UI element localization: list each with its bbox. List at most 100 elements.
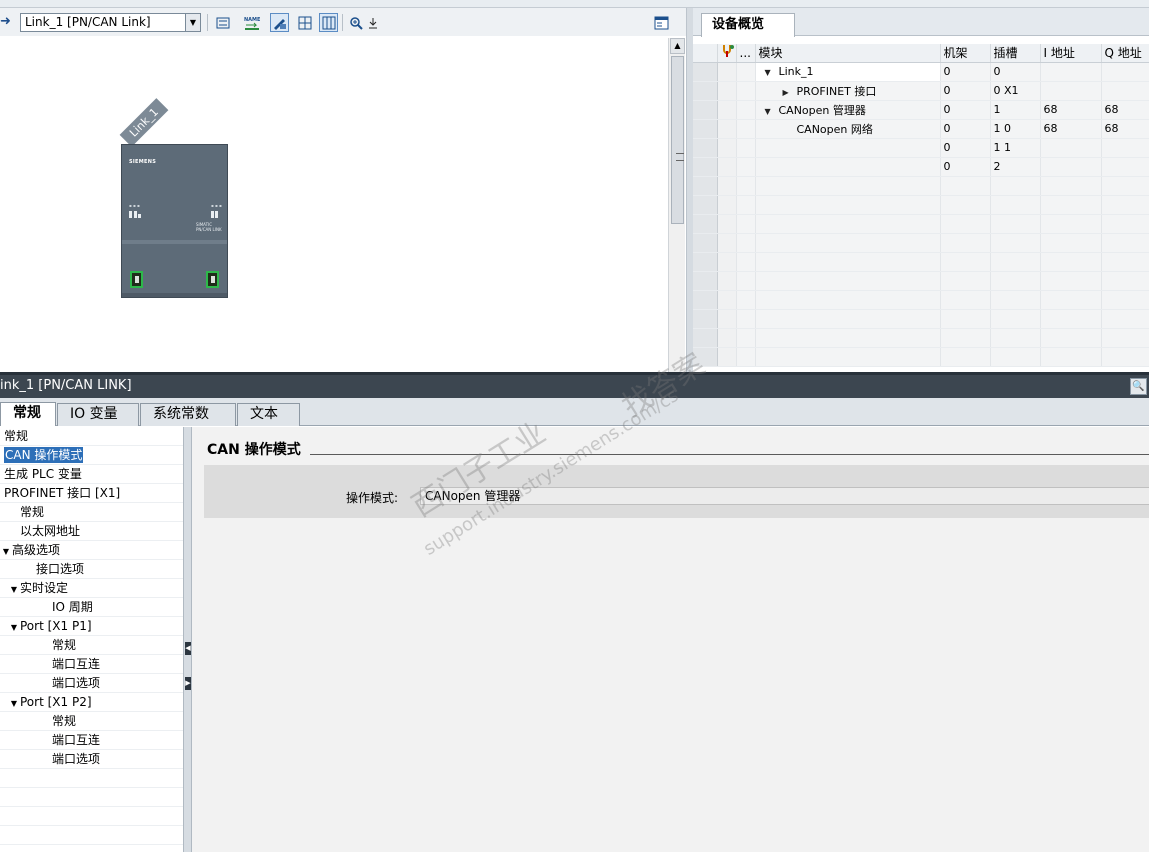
table-cell[interactable] xyxy=(1101,176,1149,196)
nav-item[interactable]: 端口互连 xyxy=(0,731,183,750)
table-cell[interactable] xyxy=(755,176,941,196)
slot-cell[interactable]: 2 xyxy=(990,157,1041,177)
table-cell[interactable] xyxy=(1101,233,1149,253)
table-cell[interactable] xyxy=(990,214,1041,234)
table-cell[interactable] xyxy=(1040,347,1102,367)
table-row-empty[interactable] xyxy=(693,328,1149,348)
table-cell[interactable] xyxy=(990,347,1041,367)
tab-io-tags[interactable]: IO 变量 xyxy=(57,403,139,426)
table-row-empty[interactable] xyxy=(693,309,1149,329)
nav-item[interactable]: 端口选项 xyxy=(0,674,183,693)
column-header-dots[interactable]: ... xyxy=(736,44,756,63)
expand-down-icon[interactable]: ▼ xyxy=(765,107,779,116)
table-cell[interactable] xyxy=(940,176,991,196)
expand-down-icon[interactable]: ▼ xyxy=(0,542,12,561)
nav-item[interactable]: 以太网地址 xyxy=(0,522,183,541)
tab-device-overview[interactable]: 设备概览 xyxy=(701,13,795,37)
module-name-cell[interactable]: CANopen 网络 xyxy=(755,119,941,139)
table-icon[interactable] xyxy=(319,13,338,32)
pn-can-link-module[interactable]: SIEMENS ▪ ▪ ▪ ▪ ▪ ▪ SIMATIC PN/CAN LINK xyxy=(121,144,228,298)
info-zoom-icon[interactable]: 🔍 xyxy=(1130,378,1147,395)
tab-general[interactable]: 常规 xyxy=(0,402,56,426)
table-cell[interactable] xyxy=(755,233,941,253)
i-address-cell[interactable]: 68 xyxy=(1040,100,1102,120)
ethernet-port-p1[interactable] xyxy=(130,271,143,288)
q-address-cell[interactable] xyxy=(1101,157,1149,177)
tab-system-constants[interactable]: 系统常数 xyxy=(140,403,236,426)
nav-item[interactable]: ▼ 实时设定 xyxy=(0,579,183,598)
slot-cell[interactable]: 0 xyxy=(990,62,1041,82)
table-cell[interactable] xyxy=(1040,328,1102,348)
table-cell[interactable] xyxy=(755,195,941,215)
slot-cell[interactable]: 1 0 xyxy=(990,119,1041,139)
table-cell[interactable] xyxy=(990,195,1041,215)
nav-splitter[interactable]: ◀ ▶ xyxy=(184,427,192,852)
table-row-empty[interactable] xyxy=(693,271,1149,291)
table-cell[interactable] xyxy=(940,195,991,215)
nav-item[interactable]: IO 周期 xyxy=(0,598,183,617)
nav-item[interactable]: 端口选项 xyxy=(0,750,183,769)
table-cell[interactable] xyxy=(755,347,941,367)
collapse-left-icon[interactable]: ◀ xyxy=(185,642,191,655)
table-row-empty[interactable] xyxy=(693,252,1149,272)
download-icon[interactable] xyxy=(363,13,382,32)
table-cell[interactable] xyxy=(755,214,941,234)
table-row[interactable]: ▼ Link_1 0 0 xyxy=(693,62,1149,82)
canvas-vertical-scrollbar[interactable]: ▲ xyxy=(668,38,685,372)
table-row-empty[interactable] xyxy=(693,195,1149,215)
device-edit-icon[interactable] xyxy=(270,13,289,32)
column-header-i-address[interactable]: I 地址 xyxy=(1040,44,1102,63)
table-cell[interactable] xyxy=(1040,176,1102,196)
table-cell[interactable] xyxy=(1101,252,1149,272)
table-cell[interactable] xyxy=(940,347,991,367)
expand-right-icon[interactable]: ▶ xyxy=(783,88,797,97)
expand-right-icon[interactable]: ▶ xyxy=(185,677,191,690)
column-header-module[interactable]: 模块 xyxy=(755,44,941,63)
q-address-cell[interactable] xyxy=(1101,81,1149,101)
table-cell[interactable] xyxy=(990,309,1041,329)
table-cell[interactable] xyxy=(990,252,1041,272)
table-cell[interactable] xyxy=(940,290,991,310)
table-cell[interactable] xyxy=(990,271,1041,291)
table-cell[interactable] xyxy=(1101,271,1149,291)
table-row[interactable]: ▶ PROFINET 接口 0 0 X1 xyxy=(693,81,1149,101)
table-cell[interactable] xyxy=(940,233,991,253)
rack-cell[interactable]: 0 xyxy=(940,62,991,82)
nav-item[interactable]: ▼ Port [X1 P2] xyxy=(0,693,183,712)
chevron-down-icon[interactable]: ▼ xyxy=(185,14,200,31)
column-header-flag[interactable] xyxy=(717,44,737,63)
table-cell[interactable] xyxy=(1040,214,1102,234)
table-cell[interactable] xyxy=(755,290,941,310)
table-cell[interactable] xyxy=(1101,347,1149,367)
module-name-cell[interactable]: ▶ PROFINET 接口 xyxy=(755,81,941,101)
table-row[interactable]: CANopen 网络 0 1 0 68 68 xyxy=(693,119,1149,139)
device-select-dropdown[interactable]: Link_1 [PN/CAN Link] ▼ xyxy=(20,13,201,32)
slot-cell[interactable]: 1 1 xyxy=(990,138,1041,158)
scroll-up-icon[interactable]: ▲ xyxy=(670,38,685,54)
expand-down-icon[interactable]: ▼ xyxy=(8,618,20,637)
nav-item[interactable]: 生成 PLC 变量 xyxy=(0,465,183,484)
q-address-cell[interactable] xyxy=(1101,138,1149,158)
nav-item[interactable]: 接口选项 xyxy=(0,560,183,579)
table-cell[interactable] xyxy=(990,328,1041,348)
table-cell[interactable] xyxy=(755,252,941,272)
nav-item[interactable]: 常规 xyxy=(0,503,183,522)
table-cell[interactable] xyxy=(1101,214,1149,234)
nav-item[interactable]: PROFINET 接口 [X1] xyxy=(0,484,183,503)
i-address-cell[interactable]: 68 xyxy=(1040,119,1102,139)
expand-down-icon[interactable]: ▼ xyxy=(8,694,20,713)
i-address-cell[interactable] xyxy=(1040,138,1102,158)
rack-cell[interactable]: 0 xyxy=(940,157,991,177)
rack-cell[interactable]: 0 xyxy=(940,81,991,101)
i-address-cell[interactable] xyxy=(1040,62,1102,82)
column-header-slot[interactable]: 插槽 xyxy=(990,44,1041,63)
table-cell[interactable] xyxy=(940,252,991,272)
expand-down-icon[interactable]: ▼ xyxy=(8,580,20,599)
q-address-cell[interactable]: 68 xyxy=(1101,100,1149,120)
table-cell[interactable] xyxy=(755,309,941,329)
table-cell[interactable] xyxy=(940,309,991,329)
table-cell[interactable] xyxy=(1040,290,1102,310)
table-row-empty[interactable] xyxy=(693,233,1149,253)
table-cell[interactable] xyxy=(990,233,1041,253)
table-cell[interactable] xyxy=(940,214,991,234)
